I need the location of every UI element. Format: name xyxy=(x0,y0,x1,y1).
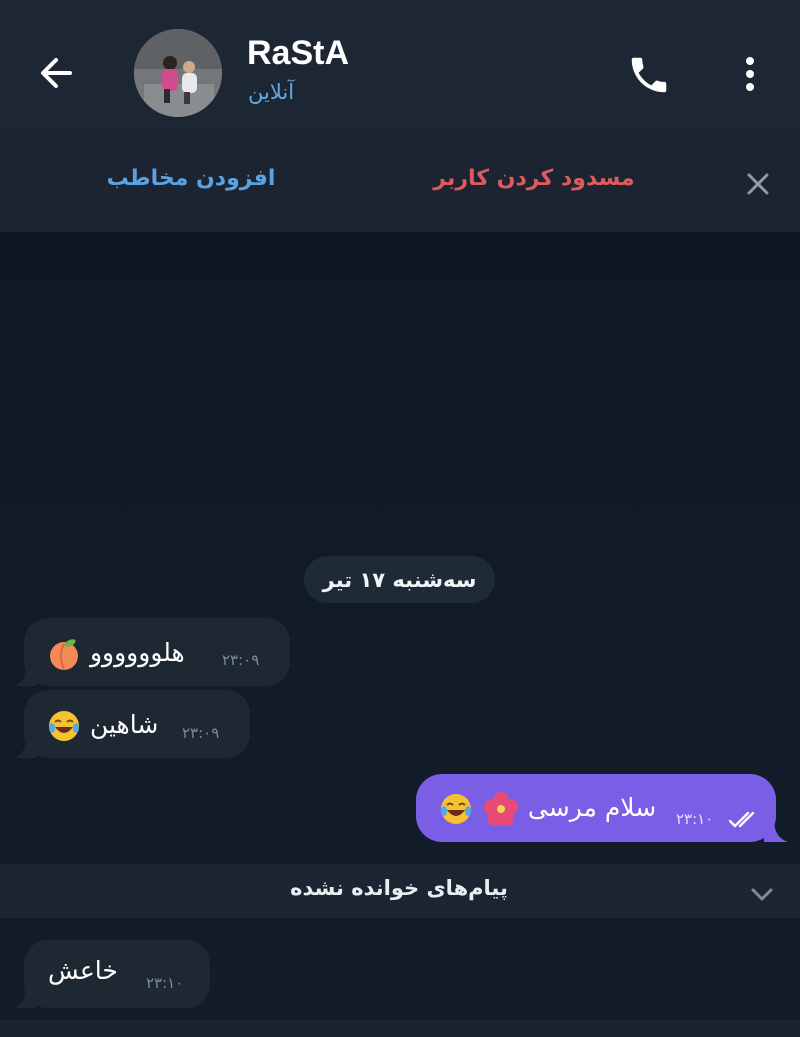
message-time: ۲۳:۱۰ xyxy=(146,974,184,992)
bubble-tail xyxy=(764,818,788,842)
composer-edge xyxy=(0,1020,800,1037)
chat-header xyxy=(0,0,800,134)
close-icon[interactable] xyxy=(740,166,776,202)
unread-messages-label: پیام‌های خوانده نشده xyxy=(290,876,508,900)
date-chip: سه‌شنبه ۱۷ تیر xyxy=(304,556,495,603)
more-vertical-icon[interactable] xyxy=(734,54,766,94)
laughing-emoji xyxy=(49,711,79,741)
phone-icon[interactable] xyxy=(626,52,672,98)
message-time: ۲۳:۰۹ xyxy=(222,651,260,669)
back-arrow-icon[interactable] xyxy=(34,50,80,96)
block-user-button[interactable]: مسدود کردن کاربر xyxy=(418,166,650,191)
message-body: سلام مرسی xyxy=(527,793,657,822)
laughing-emoji xyxy=(441,794,471,824)
read-receipt-icon xyxy=(728,811,755,828)
message-body: خاعش xyxy=(48,956,118,985)
hibiscus-emoji xyxy=(483,792,518,826)
message-text: شاهین xyxy=(46,708,158,744)
message-text: هلوووووو xyxy=(46,636,185,672)
message-body: شاهین xyxy=(89,710,159,739)
add-contact-button[interactable]: افزودن مخاطب xyxy=(96,166,286,191)
message-time: ۲۳:۱۰ xyxy=(676,810,714,828)
chevron-down-icon[interactable] xyxy=(746,878,778,910)
bubble-tail xyxy=(14,986,36,1008)
message-text: خاعش xyxy=(48,956,118,985)
bubble-tail xyxy=(14,664,36,686)
online-status: آنلاین xyxy=(248,80,295,104)
message-text: سلام مرسی xyxy=(438,790,656,828)
contact-name[interactable]: RaStA xyxy=(247,34,349,73)
bubble-tail xyxy=(14,736,36,758)
peach-emoji xyxy=(50,639,78,670)
message-time: ۲۳:۰۹ xyxy=(182,724,220,742)
avatar-photo xyxy=(134,29,222,117)
message-body: هلوووووو xyxy=(89,638,185,667)
contact-avatar[interactable] xyxy=(134,29,222,117)
